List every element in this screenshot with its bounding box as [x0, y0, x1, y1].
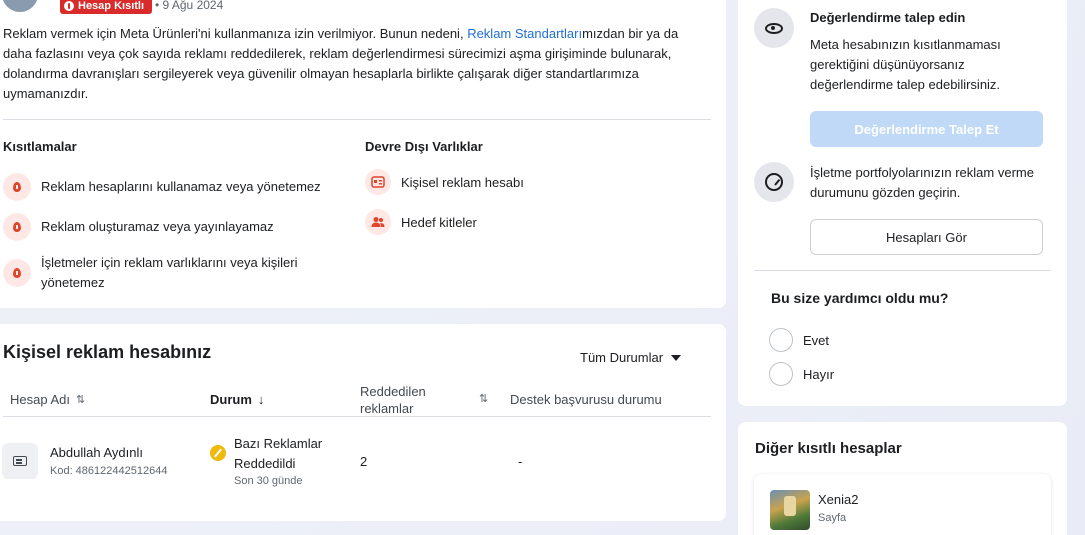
disabled-asset-item: Hedef kitleler: [365, 209, 477, 235]
sort-icon: ⇅: [479, 393, 489, 405]
divider: [754, 270, 1051, 271]
feedback-question: Bu size yardımcı oldu mu?: [771, 290, 949, 306]
description-text: Reklam vermek için Meta Ürünleri'ni kull…: [3, 26, 468, 41]
column-header-label: Hesap Adı: [10, 392, 70, 407]
column-header-label: Reddedilen reklamlar: [360, 384, 426, 416]
ad-account-icon: [365, 169, 391, 195]
review-text: Meta hesabınızın kısıtlanmaması gerektiğ…: [810, 37, 1001, 92]
status-badge-label: Hesap Kısıtlı: [78, 0, 145, 12]
restriction-description: Reklam vermek için Meta Ürünleri'ni kull…: [3, 24, 703, 104]
gauge-icon: [754, 162, 794, 202]
view-accounts-button[interactable]: Hesapları Gör: [810, 219, 1043, 255]
feedback-no-label: Hayır: [803, 366, 835, 382]
radio-button[interactable]: [769, 328, 793, 352]
request-review-button[interactable]: Değerlendirme Talep Et: [810, 111, 1043, 147]
other-restricted-accounts-card: Diğer kısıtlı hesaplar Xenia2 Sayfa: [738, 422, 1067, 535]
restrictions-title: Kısıtlamalar: [3, 139, 77, 154]
column-header-account-name[interactable]: Hesap Adı ⇅: [10, 392, 85, 407]
disabled-asset-label: Hedef kitleler: [401, 215, 477, 230]
column-header-status[interactable]: Durum ↓: [210, 392, 264, 407]
restriction-icon: [3, 259, 31, 287]
restriction-item: Reklam oluşturamaz veya yayınlayamaz: [3, 213, 274, 241]
support-status: -: [518, 454, 523, 469]
sort-icon: ⇅: [76, 394, 86, 406]
account-id: Kod: 486122442512644: [50, 465, 168, 477]
page-name: Xenia2: [818, 492, 859, 507]
portfolio-text: İşletme portfolyolarınızın reklam verme …: [810, 165, 1034, 200]
avatar: [0, 0, 40, 14]
ad-account-table-card: Kişisel reklam hesabınız Tüm Durumlar He…: [0, 324, 726, 521]
page-thumbnail: [770, 490, 810, 530]
divider: [3, 119, 711, 120]
account-status: Bazı Reklamlar Reddedildi: [234, 436, 323, 471]
status-filter-label: Tüm Durumlar: [580, 350, 664, 365]
restriction-icon: [3, 213, 31, 241]
ad-standards-link[interactable]: Reklam Standartları: [467, 26, 582, 41]
ad-account-icon: [2, 443, 38, 479]
restricted-account-item[interactable]: Xenia2 Sayfa: [754, 474, 1051, 535]
feedback-yes-option[interactable]: Evet: [769, 328, 829, 352]
disabled-asset-label: Kişisel reklam hesabı: [401, 175, 524, 190]
status-filter-dropdown[interactable]: Tüm Durumlar: [580, 350, 682, 365]
restriction-label: Reklam oluşturamaz veya yayınlayamaz: [41, 219, 274, 234]
review-title: Değerlendirme talep edin: [810, 10, 966, 25]
status-badge: Hesap Kısıtlı: [60, 0, 153, 14]
restriction-icon: [3, 173, 31, 201]
column-sort-rejected[interactable]: ⇅: [479, 392, 488, 405]
restriction-label: Reklam hesaplarını kullanamaz veya yönet…: [41, 179, 321, 194]
review-card: Değerlendirme talep edin Meta hesabınızı…: [738, 0, 1067, 406]
restriction-item: Reklam hesaplarını kullanamaz veya yönet…: [3, 173, 321, 201]
alert-icon: [64, 1, 74, 11]
rejected-count: 2: [360, 454, 368, 469]
divider: [3, 416, 711, 417]
restriction-item: İşletmeler için reklam varlıklarını veya…: [3, 253, 333, 293]
people-icon: [365, 209, 391, 235]
feedback-yes-label: Evet: [803, 332, 830, 348]
eye-icon: [754, 8, 794, 48]
column-header-label: Durum: [210, 392, 252, 407]
page-type: Sayfa: [818, 512, 847, 524]
restriction-label: İşletmeler için reklam varlıklarını veya…: [41, 255, 298, 290]
warning-icon: [210, 445, 226, 461]
restriction-card: Hesap Kısıtlı • 9 Ağu 2024 Reklam vermek…: [0, 0, 726, 308]
section-title: Kişisel reklam hesabınız: [3, 342, 212, 362]
column-header-support[interactable]: Destek başvurusu durumu: [510, 392, 662, 407]
caret-down-icon: [671, 354, 682, 361]
account-name: Abdullah Aydınlı: [50, 445, 143, 460]
radio-button[interactable]: [769, 362, 793, 386]
other-accounts-title: Diğer kısıtlı hesaplar: [755, 440, 902, 457]
column-header-rejected[interactable]: Reddedilen reklamlar: [360, 383, 470, 417]
disabled-assets-title: Devre Dışı Varlıklar: [365, 139, 483, 154]
feedback-no-option[interactable]: Hayır: [769, 362, 834, 386]
arrow-down-icon: ↓: [257, 392, 265, 407]
account-status-sub: Son 30 günde: [234, 475, 303, 487]
disabled-asset-item: Kişisel reklam hesabı: [365, 169, 524, 195]
column-header-label: Destek başvurusu durumu: [510, 392, 662, 407]
restriction-date: • 9 Ağu 2024: [155, 0, 224, 12]
